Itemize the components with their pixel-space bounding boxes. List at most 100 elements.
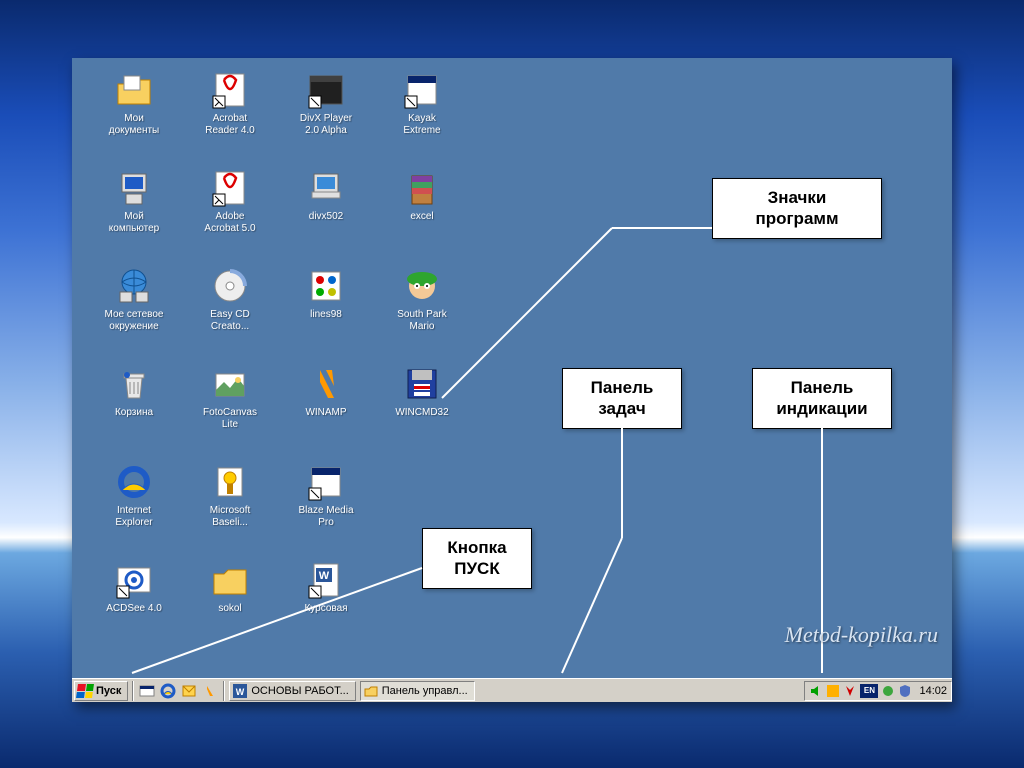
shortcut-icon — [402, 70, 442, 110]
acrobat-icon — [210, 70, 250, 110]
svg-text:W: W — [319, 570, 330, 582]
foto-icon — [210, 364, 250, 404]
desktop-icon[interactable]: Kayak Extreme — [378, 70, 466, 162]
tray-shield-icon[interactable] — [898, 684, 912, 698]
system-tray[interactable]: EN 14:02 — [804, 681, 952, 701]
callout-programs-label: Значки программ — [712, 178, 882, 239]
desktop-icon-label: DivX Player 2.0 Alpha — [300, 113, 352, 137]
desktop-icon-label: Мое сетевое окружение — [105, 309, 164, 333]
taskbar-separator — [223, 681, 225, 701]
tray-language-indicator[interactable]: EN — [860, 684, 878, 698]
quick-launch-ie-icon[interactable] — [159, 682, 177, 700]
desktop-icon[interactable]: Internet Explorer — [90, 462, 178, 554]
callout-taskbar-label: Панель задач — [562, 368, 682, 429]
desktop-icon-label: Easy CD Creato... — [210, 309, 249, 333]
start-button[interactable]: Пуск — [74, 681, 128, 701]
southpark-icon — [402, 266, 442, 306]
desktop-icon-label: divx502 — [309, 211, 343, 223]
desktop-icon-label: Kayak Extreme — [403, 113, 440, 137]
windows-flag-icon — [76, 684, 94, 698]
taskbar: Пуск W ОСНОВЫ РАБОТ... Панель управл... EN… — [72, 678, 952, 702]
quick-launch-desktop-icon[interactable] — [138, 682, 156, 700]
desktop-icon[interactable]: Blaze Media Pro — [282, 462, 370, 554]
tray-app-icon[interactable] — [826, 684, 840, 698]
taskbar-task-button[interactable]: Панель управл... — [360, 681, 475, 701]
desktop-icon[interactable]: Корзина — [90, 364, 178, 456]
desktop-icon-label: Blaze Media Pro — [298, 505, 353, 529]
desktop-area[interactable]: Мои документы Acrobat Reader 4.0 DivX Play… — [72, 58, 952, 678]
desktop-icon[interactable]: FotoCanvas Lite — [186, 364, 274, 456]
desktop-icon-label: WINAMP — [305, 407, 346, 419]
desktop-icon[interactable]: ACDSee 4.0 — [90, 560, 178, 652]
baseline-icon — [210, 462, 250, 502]
start-button-label: Пуск — [96, 685, 121, 697]
network-icon — [114, 266, 154, 306]
desktop-icon-label: Мои документы — [109, 113, 160, 137]
callout-tray-label: Панель индикации — [752, 368, 892, 429]
desktop-icon-label: excel — [410, 211, 433, 223]
desktop-icon[interactable]: WINCMD32 — [378, 364, 466, 456]
desktop-icon-label: Мой компьютер — [109, 211, 159, 235]
desktop-icon[interactable]: Adobe Acrobat 5.0 — [186, 168, 274, 260]
desktop-icon[interactable]: excel — [378, 168, 466, 260]
desktop-icon[interactable]: Мои документы — [90, 70, 178, 162]
taskbar-task-label: ОСНОВЫ РАБОТ... — [251, 685, 348, 697]
desktop-icon-label: Internet Explorer — [115, 505, 152, 529]
desktop-icon[interactable]: divx502 — [282, 168, 370, 260]
taskbar-task-button[interactable]: W ОСНОВЫ РАБОТ... — [229, 681, 355, 701]
quick-launch-winamp-icon[interactable] — [201, 682, 219, 700]
desktop-icon-label: lines98 — [310, 309, 342, 321]
desktop-icon-label: Корзина — [115, 407, 153, 419]
tray-clock[interactable]: 14:02 — [919, 685, 947, 697]
callout-start-label: Кнопка ПУСК — [422, 528, 532, 589]
desktop-icon[interactable]: WINAMP — [282, 364, 370, 456]
desktop-icon[interactable]: Easy CD Creato... — [186, 266, 274, 358]
desktop-icon[interactable]: Мой компьютер — [90, 168, 178, 260]
desktop-icon[interactable]: Мое сетевое окружение — [90, 266, 178, 358]
acrobat-icon — [210, 168, 250, 208]
word-icon: W — [233, 684, 247, 698]
watermark-text: Metod-kopilka.ru — [785, 622, 938, 648]
taskbar-separator — [132, 681, 134, 701]
mycomputer-icon — [114, 168, 154, 208]
floppy-icon — [402, 364, 442, 404]
setup-icon — [306, 168, 346, 208]
taskbar-task-label: Панель управл... — [382, 685, 468, 697]
winamp-icon — [306, 364, 346, 404]
shortcut-icon — [306, 462, 346, 502]
desktop-icon[interactable]: Acrobat Reader 4.0 — [186, 70, 274, 162]
desktop-icon[interactable]: Microsoft Baseli... — [186, 462, 274, 554]
desktop-icon-label: Adobe Acrobat 5.0 — [204, 211, 255, 235]
quick-launch-outlook-icon[interactable] — [180, 682, 198, 700]
acdsee-icon — [114, 560, 154, 600]
tray-network-icon[interactable] — [881, 684, 895, 698]
desktop-icon[interactable]: lines98 — [282, 266, 370, 358]
desktop-icon-label: Acrobat Reader 4.0 — [205, 113, 254, 137]
tray-volume-icon[interactable] — [809, 684, 823, 698]
word-icon: W — [306, 560, 346, 600]
presentation-slide: Мои документы Acrobat Reader 4.0 DivX Play… — [72, 58, 952, 702]
desktop-icon[interactable]: sokol — [186, 560, 274, 652]
desktop-icon-label: Курсовая — [304, 603, 347, 615]
quick-launch — [136, 682, 221, 700]
lines-icon — [306, 266, 346, 306]
desktop-icon-label: South Park Mario — [397, 309, 446, 333]
winrar-icon — [402, 168, 442, 208]
divx-icon — [306, 70, 346, 110]
desktop-icon[interactable]: W Курсовая — [282, 560, 370, 652]
svg-text:W: W — [236, 687, 245, 697]
desktop-icon-label: Microsoft Baseli... — [210, 505, 251, 529]
desktop-icon-label: WINCMD32 — [395, 407, 448, 419]
folder-icon — [210, 560, 250, 600]
cd-icon — [210, 266, 250, 306]
folder-docs-icon — [114, 70, 154, 110]
ie-icon — [114, 462, 154, 502]
desktop-icon-label: FotoCanvas Lite — [203, 407, 257, 431]
tray-kaspersky-icon[interactable] — [843, 684, 857, 698]
desktop-icon[interactable]: DivX Player 2.0 Alpha — [282, 70, 370, 162]
desktop-icon-label: sokol — [218, 603, 241, 615]
desktop-icon-label: ACDSee 4.0 — [106, 603, 162, 615]
recycle-icon — [114, 364, 154, 404]
folder-icon — [364, 684, 378, 698]
desktop-icon[interactable]: South Park Mario — [378, 266, 466, 358]
